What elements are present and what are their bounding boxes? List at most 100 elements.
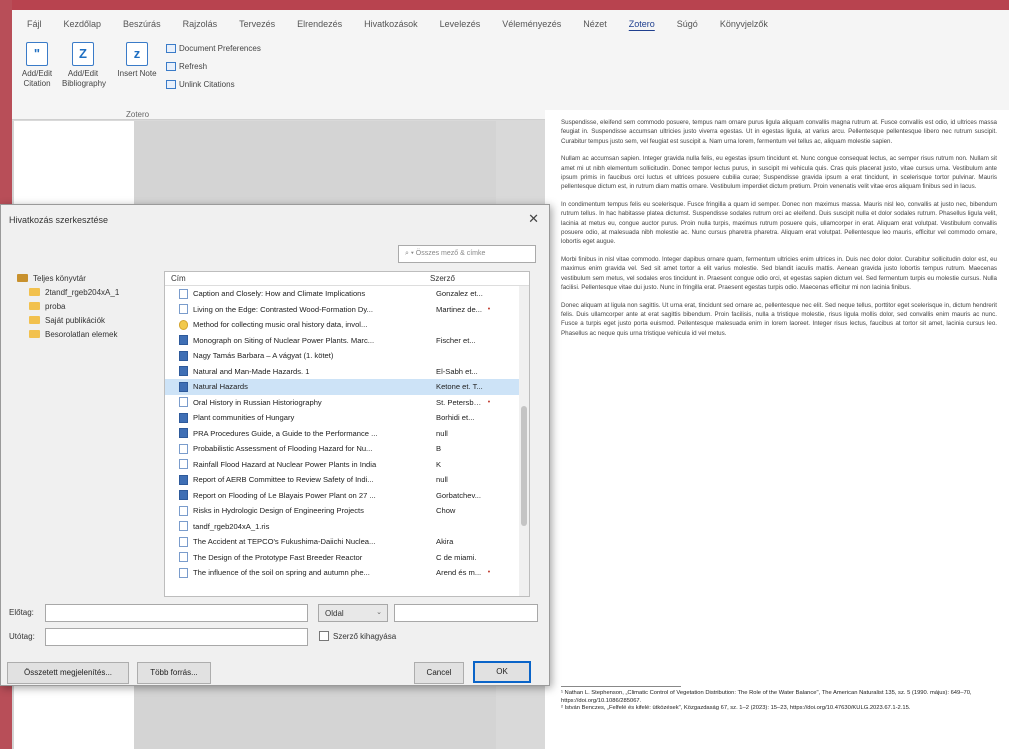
item-title: Living on the Edge: Contrasted Wood-Form… <box>193 304 373 314</box>
item-row[interactable]: Plant communities of Hungary Borhidi et..… <box>165 410 529 426</box>
dialog-title: Hivatkozás szerkesztése <box>9 215 109 225</box>
item-title: Report of AERB Committee to Review Safet… <box>193 475 374 485</box>
unlink-citations-button[interactable]: Unlink Citations <box>166 80 235 90</box>
search-placeholder: Összes mező & címke <box>415 250 486 257</box>
item-creator: null <box>436 428 448 438</box>
paragraph: Suspendisse, eleifend sem commodo posuer… <box>561 119 997 145</box>
multiple-sources-button[interactable]: Több forrás... <box>137 662 211 684</box>
document-icon <box>179 304 188 315</box>
book-icon <box>179 474 188 485</box>
item-row[interactable]: PRA Procedures Guide, a Guide to the Per… <box>165 426 529 442</box>
item-row[interactable]: Risks in Hydrologic Design of Engineerin… <box>165 503 529 519</box>
omit-author-checkbox[interactable]: Szerző kihagyása <box>319 631 396 641</box>
library-tree-item[interactable]: Saját publikációk <box>17 313 161 327</box>
document-page[interactable]: Suspendisse, eleifend sem commodo posuer… <box>545 110 1009 749</box>
item-creator: Fischer et... <box>436 335 476 345</box>
item-creator: B <box>436 444 442 454</box>
lightbulb-icon <box>179 319 188 330</box>
item-creator: C de miami. <box>436 552 477 562</box>
ribbon-tab[interactable]: Rajzolás <box>172 10 229 38</box>
footnote: ² István Benczes, „Felfelé és kifelé: üt… <box>561 705 911 711</box>
item-row[interactable]: Living on the Edge: Contrasted Wood-Form… <box>165 302 529 318</box>
item-title: Probabilistic Assessment of Flooding Haz… <box>193 444 373 454</box>
checkbox-box[interactable] <box>319 631 329 641</box>
item-row[interactable]: Report of AERB Committee to Review Safet… <box>165 472 529 488</box>
ok-button[interactable]: OK <box>473 661 531 683</box>
document-preferences-button[interactable]: Document Preferences <box>166 44 261 54</box>
paragraph: Donec aliquam at ligula non sagittis. Ut… <box>561 301 997 337</box>
item-list-scrollbar[interactable] <box>519 286 529 596</box>
item-title: Plant communities of Hungary <box>193 413 295 423</box>
item-rows: Caption and Closely: How and Climate Imp… <box>165 286 529 581</box>
item-row[interactable]: Nagy Tamás Barbara – A vágyat (1. kötet) <box>165 348 529 364</box>
document-icon <box>179 521 188 532</box>
ribbon-tab[interactable]: Beszúrás <box>112 10 172 38</box>
book-icon <box>179 366 188 377</box>
ribbon-tab[interactable]: Könyvjelzők <box>709 10 779 38</box>
item-creator: Borhidi et... <box>436 413 475 423</box>
footnotes: ¹ Nathan L. Stephenson, „Climatic Contro… <box>561 690 981 713</box>
book-icon <box>179 428 188 439</box>
library-tree-item[interactable]: Besorolatlan elemek <box>17 327 161 341</box>
library-tree-item[interactable]: proba <box>17 299 161 313</box>
library-tree-label: Teljes könyvtár <box>33 273 86 283</box>
suffix-input[interactable] <box>45 628 308 646</box>
omit-author-label: Szerző kihagyása <box>333 631 397 641</box>
item-row[interactable]: Method for collecting music oral history… <box>165 317 529 333</box>
column-creator[interactable]: Szerző <box>430 272 500 285</box>
ribbon-tab[interactable]: Nézet <box>572 10 618 38</box>
edit-citation-dialog: Hivatkozás szerkesztése ✕ ⌕ ▾ Összes mez… <box>0 204 550 686</box>
ribbon-tab[interactable]: Hivatkozások <box>353 10 429 38</box>
item-row[interactable]: Report on Flooding of Le Blayais Power P… <box>165 488 529 504</box>
item-row[interactable]: Caption and Closely: How and Climate Imp… <box>165 286 529 302</box>
refresh-button[interactable]: Refresh <box>166 62 208 72</box>
item-row[interactable]: The influence of the soil on spring and … <box>165 565 529 581</box>
item-row[interactable]: The Accident at TEPCO's Fukushima-Daiich… <box>165 534 529 550</box>
item-title: Risks in Hydrologic Design of Engineerin… <box>193 506 364 516</box>
item-list: Cím Szerző Caption and Closely: How and … <box>164 271 530 597</box>
add-edit-citation-label: Add/Edit Citation <box>21 69 53 88</box>
item-row[interactable]: Rainfall Flood Hazard at Nuclear Power P… <box>165 457 529 473</box>
ribbon-tab[interactable]: Levelezés <box>429 10 492 38</box>
item-row[interactable]: The Design of the Prototype Fast Breeder… <box>165 550 529 566</box>
item-row[interactable]: Monograph on Siting of Nuclear Power Pla… <box>165 333 529 349</box>
locator-select[interactable]: Oldal ⌄ <box>318 604 388 622</box>
refresh-label: Refresh <box>179 62 208 71</box>
library-tree-item[interactable]: 2tandf_rgeb204xA_1 <box>17 285 161 299</box>
library-tree-item[interactable]: Teljes könyvtár <box>17 271 161 285</box>
item-creator: El-Sabh et... <box>436 366 478 376</box>
item-row[interactable]: tandf_rgeb204xA_1.ris <box>165 519 529 535</box>
prefix-input[interactable] <box>45 604 308 622</box>
ribbon: Fájl Kezdőlap Beszúrás Rajzolás Tervezés Elre… <box>12 10 1009 120</box>
ribbon-tab[interactable]: Elrendezés <box>286 10 353 38</box>
item-title: The influence of the soil on spring and … <box>193 568 370 578</box>
column-title[interactable]: Cím <box>165 272 430 285</box>
add-edit-citation-button[interactable]: " Add/Edit Citation <box>16 42 58 89</box>
scrollbar-thumb[interactable] <box>521 406 527 526</box>
ribbon-tab[interactable]: Súgó <box>666 10 709 38</box>
insert-note-button[interactable]: z Insert Note <box>116 42 158 79</box>
item-row[interactable]: Natural Hazards Ketone et. T... <box>165 379 529 395</box>
ribbon-tab[interactable]: Véleményezés <box>491 10 572 38</box>
close-icon[interactable]: ✕ <box>528 211 539 227</box>
cancel-button[interactable]: Cancel <box>414 662 464 684</box>
add-edit-bibliography-button[interactable]: Z Add/Edit Bibliography <box>62 42 107 89</box>
ribbon-tab[interactable]: Kezdőlap <box>53 10 113 38</box>
ribbon-tab[interactable]: Tervezés <box>228 10 286 38</box>
book-icon <box>179 381 188 392</box>
search-input[interactable]: ⌕ ▾ Összes mező & címke <box>398 245 536 263</box>
add-edit-bibliography-label: Add/Edit Bibliography <box>62 69 107 88</box>
item-row[interactable]: Oral History in Russian Historiography St… <box>165 395 529 411</box>
item-creator: Gorbatchev... <box>436 490 482 500</box>
locator-input[interactable] <box>394 604 538 622</box>
item-title: Rainfall Flood Hazard at Nuclear Power P… <box>193 459 377 469</box>
folder-icon <box>29 330 40 338</box>
item-row[interactable]: Natural and Man-Made Hazards. 1 El-Sabh e… <box>165 364 529 380</box>
folder-icon <box>29 302 40 310</box>
item-row[interactable]: Probabilistic Assessment of Flooding Haz… <box>165 441 529 457</box>
ribbon-tab[interactable]: Fájl <box>16 10 53 38</box>
document-icon <box>179 536 188 547</box>
classic-view-button[interactable]: Összetett megjelenítés... <box>7 662 129 684</box>
ribbon-tab[interactable]: Zotero <box>618 10 666 38</box>
item-creator: null <box>436 475 448 485</box>
